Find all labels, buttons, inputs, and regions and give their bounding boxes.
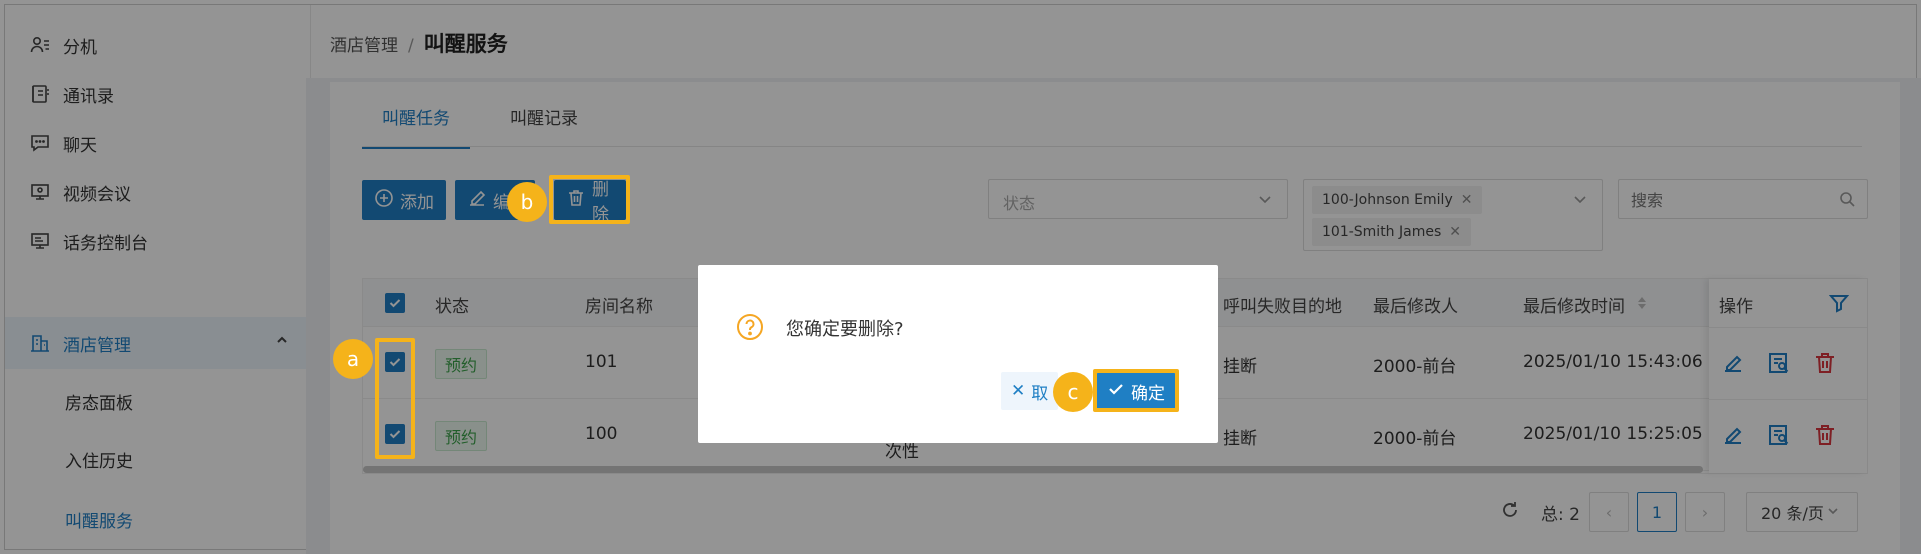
cancel-button-label: 取 bbox=[1031, 383, 1049, 404]
confirm-delete-dialog: 您确定要删除? ✕ 取 确定 bbox=[698, 265, 1218, 443]
callout-marker-c: c bbox=[1053, 372, 1093, 412]
question-icon bbox=[736, 313, 764, 341]
callout-highlight-confirm bbox=[1093, 369, 1179, 412]
dialog-message: 您确定要删除? bbox=[786, 319, 904, 340]
callout-highlight-delete bbox=[549, 175, 630, 224]
callout-highlight-checkboxes bbox=[375, 338, 415, 459]
close-icon: ✕ bbox=[1011, 381, 1026, 401]
callout-marker-a: a bbox=[333, 339, 373, 379]
callout-marker-b: b bbox=[507, 182, 547, 222]
cancel-button[interactable]: ✕ 取 bbox=[1001, 372, 1059, 410]
